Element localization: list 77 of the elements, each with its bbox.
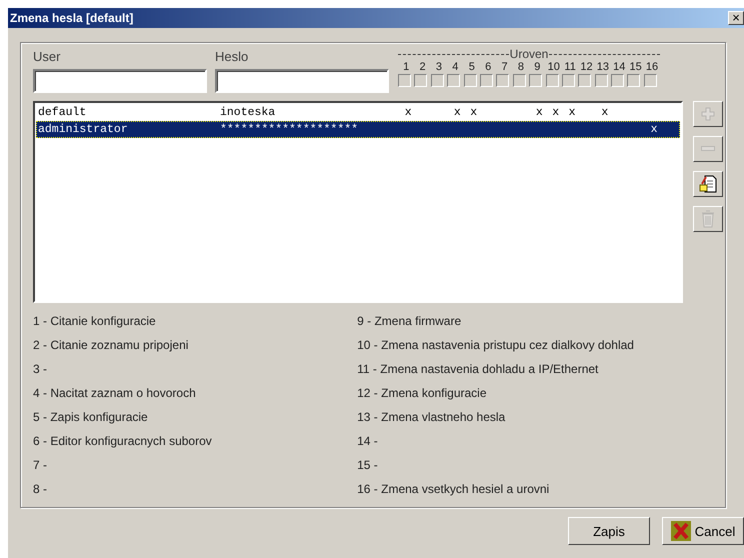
level-number: 2 [418, 61, 427, 73]
password-field[interactable] [215, 69, 389, 93]
level-description: 15 - [357, 457, 379, 474]
level-description: 16 - Zmena vsetkych hesiel a urovni [357, 481, 550, 498]
close-button[interactable]: × [728, 11, 744, 25]
level-description: 12 - Zmena konfiguracie [357, 385, 488, 402]
password-text: ******************** [220, 123, 360, 136]
level-checkbox[interactable] [430, 74, 444, 87]
level-description: 9 - Zmena firmware [357, 313, 462, 330]
level-number: 14 [612, 61, 626, 73]
level-number: 11 [563, 61, 577, 73]
level-number: 3 [434, 61, 444, 73]
level-description: 7 - [33, 457, 48, 474]
level-mark: x [470, 106, 478, 119]
edit-button[interactable] [693, 171, 723, 197]
level-number: 9 [533, 61, 542, 73]
level-description: 3 - [33, 361, 48, 378]
level-mark: x [650, 123, 658, 136]
user-row[interactable]: administrator ******************** x [36, 121, 680, 138]
level-checkbox[interactable] [480, 74, 493, 87]
level-checkbox[interactable] [578, 74, 592, 87]
level-description: 8 - [33, 481, 48, 498]
level-number: 15 [628, 61, 643, 73]
level-mark: x [454, 106, 461, 119]
level-description: 4 - Nacitat zaznam o hovoroch [33, 385, 197, 402]
level-number: 12 [579, 61, 594, 73]
level-checkbox[interactable] [512, 74, 526, 87]
user-label: User [33, 49, 62, 66]
level-description: 10 - Zmena nastavenia pristupu cez dialkovy dohlad [357, 337, 635, 354]
level-checkbox[interactable] [562, 74, 575, 87]
plus-icon [700, 106, 716, 122]
level-description: 11 - Zmena nastavenia dohladu a IP/Ethernet [357, 361, 600, 378]
level-number: 1 [402, 61, 410, 73]
window-title: Zmena hesla [default] [10, 11, 134, 25]
level-number: 6 [484, 61, 492, 73]
levels-label: Uroven [510, 47, 548, 61]
level-checkbox[interactable] [414, 74, 428, 87]
level-checkbox[interactable] [529, 74, 542, 87]
level-checkbox[interactable] [611, 74, 624, 87]
level-checkbox[interactable] [496, 74, 510, 87]
level-mark: x [601, 106, 608, 119]
level-description: 6 - Editor konfiguracnych suborov [33, 433, 213, 450]
minus-icon [700, 145, 716, 153]
level-mark: x [552, 106, 560, 119]
level-description: 14 - [357, 433, 379, 450]
save-button[interactable]: Zapis [568, 517, 650, 545]
level-checkbox[interactable] [447, 74, 460, 87]
level-mark: x [404, 106, 412, 119]
level-mark: x [568, 106, 576, 119]
password-text: inoteska [220, 106, 276, 119]
level-number: 7 [500, 61, 509, 73]
level-description: 2 - Citanie zoznamu pripojeni [33, 337, 190, 354]
level-description: 5 - Zapis konfiguracie [33, 409, 149, 426]
level-description: 13 - Zmena vlastneho hesla [357, 409, 506, 426]
trash-icon [701, 210, 715, 228]
level-checkbox[interactable] [464, 74, 477, 87]
cancel-button[interactable]: Cancel [662, 517, 744, 545]
level-checkbox[interactable] [644, 74, 657, 87]
level-checkbox[interactable] [546, 74, 559, 87]
document-edit-icon [698, 174, 718, 194]
level-checkbox[interactable] [594, 74, 608, 87]
user-name: administrator [38, 123, 129, 136]
level-number: 13 [596, 61, 610, 73]
level-number: 8 [516, 61, 525, 73]
level-checkbox[interactable] [627, 74, 640, 87]
user-row[interactable]: default inoteska x x x x x x x [36, 104, 680, 121]
user-field[interactable] [33, 69, 207, 93]
level-number: 4 [451, 61, 460, 73]
user-name: default [38, 106, 88, 119]
level-description: 1 - Citanie konfiguracie [33, 313, 157, 330]
level-number: 16 [644, 61, 660, 73]
level-checkbox[interactable] [398, 74, 411, 87]
password-label: Heslo [215, 49, 250, 66]
level-number: 10 [546, 61, 561, 73]
level-number: 5 [468, 61, 476, 73]
level-mark: x [536, 106, 543, 119]
cross-icon [670, 521, 691, 541]
